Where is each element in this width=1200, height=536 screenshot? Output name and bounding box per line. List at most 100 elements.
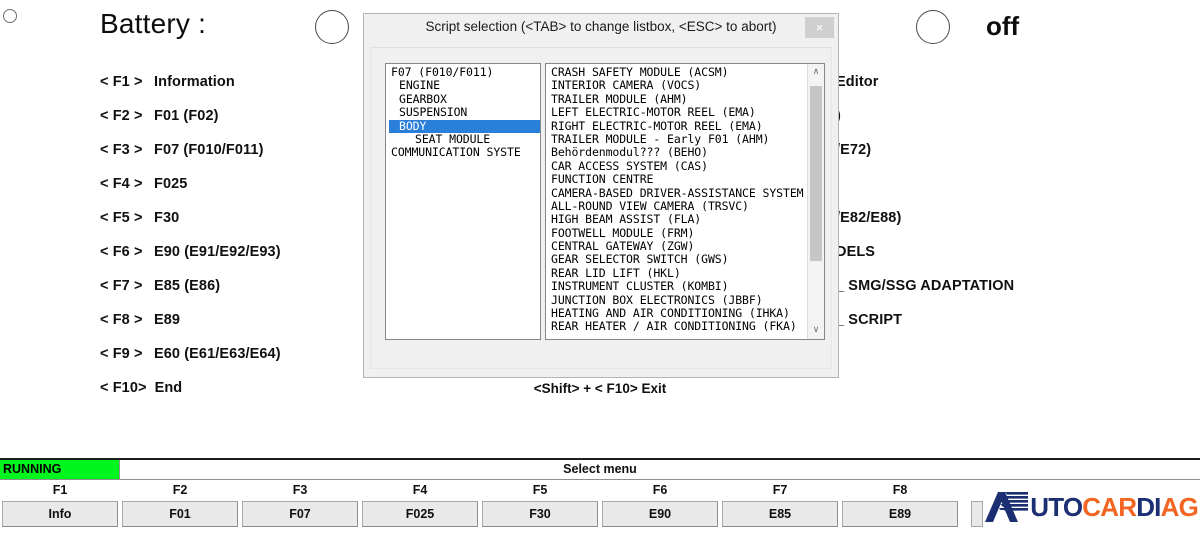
scroll-down-icon[interactable]: ∨ [808, 322, 824, 339]
menu-item-label: F07 (F010/F011) [154, 142, 264, 158]
autocardiag-logo-text: UTOCARDIAG [1030, 492, 1199, 522]
main-menu-list: < F1 > Information < F2 > F01 (F02) < F3 > F0… [100, 74, 380, 414]
menu-item-f6[interactable]: < F6 > E90 (E91/E92/E93) [100, 244, 380, 278]
module-item[interactable]: TRAILER MODULE (AHM) [549, 93, 807, 106]
close-icon[interactable]: × [805, 17, 834, 38]
function-key-cell-f5: F5 F30 [480, 480, 600, 535]
script-selection-dialog: Script selection (<TAB> to change listbo… [363, 13, 839, 378]
module-item[interactable]: ALL-ROUND VIEW CAMERA (TRSVC) [549, 200, 807, 213]
module-item[interactable]: CRASH SAFETY MODULE (ACSM) [549, 66, 807, 79]
function-key-name: F6 [652, 483, 668, 497]
module-group-item[interactable]: GEARBOX [389, 93, 540, 106]
function-key-button-f1[interactable]: Info [2, 501, 118, 527]
module-item[interactable]: REAR HEATER / AIR CONDITIONING (FKA) [549, 320, 807, 333]
menu-item-f2[interactable]: < F2 > F01 (F02) [100, 108, 380, 142]
module-item[interactable]: INSTRUMENT CLUSTER (KOMBI) [549, 280, 807, 293]
scrollbar-thumb[interactable] [810, 86, 822, 261]
menu-item-f7[interactable]: < F7 > E85 (E86) [100, 278, 380, 312]
function-key-button-f6[interactable]: E90 [602, 501, 718, 527]
logo-text-part2: CAR [1082, 492, 1137, 522]
module-item[interactable]: CAMERA-BASED DRIVER-ASSISTANCE SYSTEM [549, 187, 807, 200]
right-column-line[interactable]: Editor [836, 74, 1196, 108]
module-item[interactable]: TRAILER MODULE - Early F01 (AHM) [549, 133, 807, 146]
right-column-line[interactable]: /E82/E88) [836, 210, 1196, 244]
menu-item-key: < F9 > [100, 346, 143, 362]
module-item[interactable]: GEAR SELECTOR SWITCH (GWS) [549, 253, 807, 266]
module-item[interactable]: FUNCTION CENTRE [549, 173, 807, 186]
module-listbox-scrollbar[interactable]: ∧ ∨ [807, 64, 824, 339]
module-group-item[interactable]: COMMUNICATION SYSTE [389, 146, 540, 159]
menu-item-key: < F2 > [100, 108, 143, 124]
module-group-item[interactable]: F07 (F010/F011) [389, 66, 540, 79]
menu-item-f1[interactable]: < F1 > Information [100, 74, 380, 108]
status-center-label: Select menu [563, 462, 637, 476]
function-key-button-f4[interactable]: F025 [362, 501, 478, 527]
module-item[interactable]: CAR ACCESS SYSTEM (CAS) [549, 160, 807, 173]
module-item[interactable]: JUNCTION BOX ELECTRONICS (JBBF) [549, 294, 807, 307]
function-key-button-f8[interactable]: E89 [842, 501, 958, 527]
function-key-cell-f2: F2 F01 [120, 480, 240, 535]
module-group-item[interactable]: SUSPENSION [389, 106, 540, 119]
right-column-line[interactable]: ) [836, 108, 1196, 142]
radio-indicator-right[interactable] [916, 10, 950, 44]
function-key-button-f7[interactable]: E85 [722, 501, 838, 527]
right-column-line[interactable]: DELS [836, 244, 1196, 278]
menu-item-f4[interactable]: < F4 > F025 [100, 176, 380, 210]
module-group-item[interactable]: ENGINE [389, 79, 540, 92]
scroll-up-icon[interactable]: ∧ [808, 64, 824, 81]
function-key-name: F5 [532, 483, 548, 497]
function-key-name: F7 [772, 483, 788, 497]
menu-item-f10[interactable]: < F10> End [100, 380, 380, 414]
function-key-partial[interactable] [971, 501, 983, 527]
dialog-inner-frame: F07 (F010/F011) ENGINE GEARBOX SUSPENSION BO… [370, 47, 832, 369]
menu-item-label: E60 (E61/E63/E64) [154, 346, 281, 362]
menu-item-f8[interactable]: < F8 > E89 [100, 312, 380, 346]
module-item[interactable]: CENTRAL GATEWAY (ZGW) [549, 240, 807, 253]
function-key-name: F8 [892, 483, 908, 497]
menu-item-label: F025 [154, 176, 188, 192]
menu-item-f3[interactable]: < F3 > F07 (F010/F011) [100, 142, 380, 176]
module-group-item-selected[interactable]: BODY [389, 119, 540, 133]
function-key-button-f3[interactable]: F07 [242, 501, 358, 527]
autocardiag-logo: UTOCARDIAG [983, 484, 1199, 530]
module-group-item[interactable]: SEAT MODULE [389, 133, 540, 146]
dialog-titlebar[interactable]: Script selection (<TAB> to change listbo… [364, 14, 838, 44]
module-item[interactable]: LEFT ELECTRIC-MOTOR REEL (EMA) [549, 106, 807, 119]
function-key-button-f5[interactable]: F30 [482, 501, 598, 527]
right-text-column: Editor)/E72) /E82/E88)DELS_ SMG/SSG ADAPT… [836, 74, 1196, 346]
menu-item-key: < F1 > [100, 74, 143, 90]
module-item[interactable]: Behördenmodul??? (BEHO) [549, 146, 807, 159]
off-label: off [986, 11, 1020, 41]
menu-item-f9[interactable]: < F9 > E60 (E61/E63/E64) [100, 346, 380, 380]
function-key-cell-f7: F7 E85 [720, 480, 840, 535]
logo-text-part1: UTO [1030, 492, 1083, 522]
dialog-body: F07 (F010/F011) ENGINE GEARBOX SUSPENSION BO… [364, 43, 838, 377]
right-column-line[interactable]: _ SMG/SSG ADAPTATION [836, 278, 1196, 312]
menu-item-f5[interactable]: < F5 > F30 [100, 210, 380, 244]
module-item[interactable]: RIGHT ELECTRIC-MOTOR REEL (EMA) [549, 120, 807, 133]
radio-indicator-middle[interactable] [315, 10, 349, 44]
menu-item-label: Information [154, 74, 235, 90]
menu-item-key: < F6 > [100, 244, 143, 260]
menu-item-key: < F4 > [100, 176, 143, 192]
module-item[interactable]: REAR LID LIFT (HKL) [549, 267, 807, 280]
radio-indicator-small[interactable] [3, 9, 17, 23]
function-key-name: F1 [52, 483, 68, 497]
module-listbox[interactable]: CRASH SAFETY MODULE (ACSM) INTERIOR CAMER… [545, 63, 825, 340]
function-key-name: F2 [172, 483, 188, 497]
right-column-line[interactable]: _ SCRIPT [836, 312, 1196, 346]
dialog-title: Script selection (<TAB> to change listbo… [425, 19, 777, 34]
right-column-line[interactable]: /E72) [836, 142, 1196, 176]
menu-item-key: < F8 > [100, 312, 143, 328]
module-item[interactable]: HIGH BEAM ASSIST (FLA) [549, 213, 807, 226]
module-item[interactable]: FOOTWELL MODULE (FRM) [549, 227, 807, 240]
menu-item-key: < F10> [100, 380, 147, 396]
module-item[interactable]: INTERIOR CAMERA (VOCS) [549, 79, 807, 92]
module-item[interactable]: HEATING AND AIR CONDITIONING (IHKA) [549, 307, 807, 320]
battery-label: Battery : [100, 8, 207, 39]
right-column-line[interactable] [836, 176, 1196, 210]
function-key-button-f2[interactable]: F01 [122, 501, 238, 527]
module-group-listbox[interactable]: F07 (F010/F011) ENGINE GEARBOX SUSPENSION BO… [385, 63, 541, 340]
function-key-row: UTOCARDIAG F1 Info F2 F01 F3 F07 F4 F025 F5 F30 F6… [0, 480, 1200, 535]
autocardiag-logo-mark [985, 492, 1029, 522]
